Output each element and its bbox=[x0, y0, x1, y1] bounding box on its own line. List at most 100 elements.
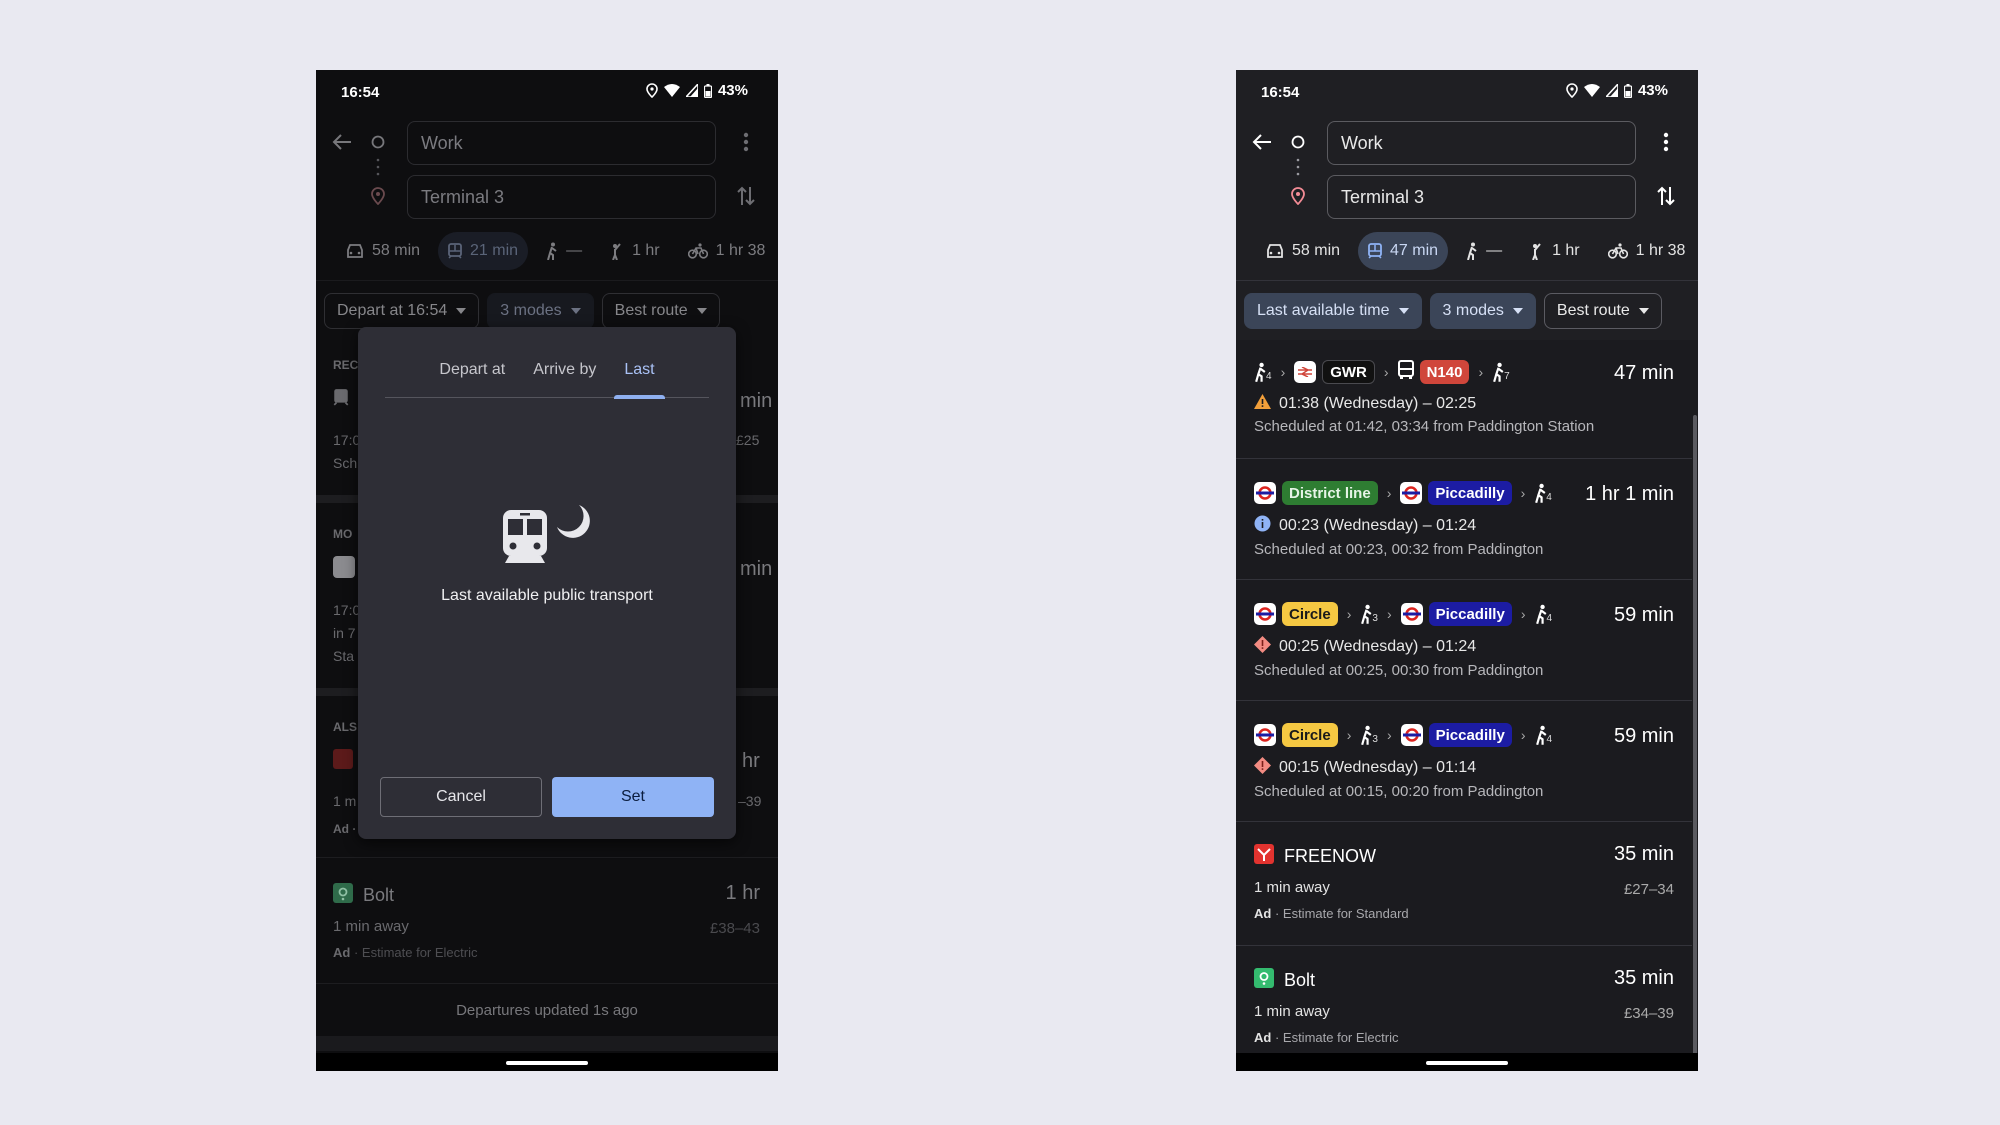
walk-minutes: 3 bbox=[1372, 734, 1378, 745]
walk-step-icon: 3 bbox=[1360, 604, 1378, 624]
tab-arrive-by[interactable]: Arrive by bbox=[519, 353, 610, 397]
walk-minutes: 4 bbox=[1546, 734, 1553, 745]
last-transit-illustration bbox=[358, 502, 736, 569]
swap-button[interactable] bbox=[730, 180, 762, 212]
origin-field[interactable]: Work bbox=[407, 121, 716, 165]
home-gesture-handle[interactable] bbox=[1426, 1061, 1508, 1065]
route-time-fragment: 17:0 bbox=[333, 432, 361, 448]
mode-ride-hail[interactable]: 1 hr bbox=[1520, 232, 1590, 270]
chip-label: 3 modes bbox=[1442, 302, 1504, 319]
route-option[interactable]: Circle › 3 › Piccadilly › 4 59 min 00:25… bbox=[1236, 598, 1692, 679]
depart-time-chip[interactable]: Depart at 16:54 bbox=[324, 293, 480, 329]
divider bbox=[1236, 700, 1692, 701]
destination-field[interactable]: Terminal 3 bbox=[1327, 175, 1636, 219]
route-schedule: Scheduled at 00:23, 00:32 from Paddingto… bbox=[1254, 541, 1544, 558]
ride-price: £34–39 bbox=[1623, 1005, 1674, 1022]
mode-transit[interactable]: 21 min bbox=[438, 232, 529, 270]
underground-roundel-icon bbox=[1400, 482, 1423, 504]
line-badge: Piccadilly bbox=[1428, 602, 1512, 626]
route-option[interactable]: Circle › 3 › Piccadilly › 4 59 min 00:15… bbox=[1236, 719, 1692, 800]
dropdown-caret-icon bbox=[456, 308, 467, 314]
set-button[interactable]: Set bbox=[552, 777, 714, 817]
chevron-right-icon: › bbox=[1520, 606, 1526, 622]
divider bbox=[1236, 579, 1692, 580]
bolt-logo-icon bbox=[1254, 967, 1274, 993]
route-time-fragment: 17:0 bbox=[333, 602, 361, 618]
ride-eta: 1 min away bbox=[333, 918, 409, 935]
home-gesture-handle[interactable] bbox=[506, 1061, 588, 1065]
chevron-right-icon: › bbox=[1520, 727, 1526, 743]
mode-cycling[interactable]: 1 hr 38 bbox=[678, 232, 776, 270]
walk-step-icon: 4 bbox=[1535, 725, 1553, 745]
ride-name: Bolt bbox=[1284, 969, 1316, 990]
modes-chip[interactable]: 3 modes bbox=[1429, 293, 1536, 329]
depart-time-chip[interactable]: Last available time bbox=[1244, 293, 1422, 329]
more-options-button[interactable] bbox=[1650, 126, 1682, 158]
mode-label: 1 hr bbox=[1552, 242, 1580, 259]
ad-text: · Estimate for Standard bbox=[1271, 906, 1409, 921]
underground-roundel-icon bbox=[1254, 482, 1276, 504]
departures-updated-text: Departures updated 1s ago bbox=[456, 1002, 638, 1019]
mode-cycling[interactable]: 1 hr 38 bbox=[1598, 232, 1696, 270]
dropdown-caret-icon bbox=[1638, 308, 1649, 314]
mode-walking[interactable]: — bbox=[1456, 232, 1512, 270]
last-transit-caption: Last available public transport bbox=[441, 587, 653, 604]
mode-label: 58 min bbox=[1292, 242, 1341, 259]
ride-ad-fragment: Ad · bbox=[333, 822, 357, 836]
ride-name: FREENOW bbox=[1284, 845, 1376, 866]
ride-option-bolt[interactable]: Bolt 35 min 1 min away £34–39 Ad · Estim… bbox=[1236, 965, 1692, 1045]
origin-field[interactable]: Work bbox=[1327, 121, 1636, 165]
wifi-icon bbox=[663, 84, 680, 97]
national-rail-icon bbox=[1294, 361, 1317, 383]
walk-icon bbox=[1467, 242, 1477, 260]
ride-option-bolt[interactable]: Bolt 1 hr 1 min away £38–43 Ad · Estimat… bbox=[333, 880, 760, 960]
route-options-chip[interactable]: Best route bbox=[1543, 293, 1662, 329]
tab-last[interactable]: Last bbox=[610, 353, 668, 399]
route-duration-fragment: min bbox=[740, 558, 773, 580]
route-options-chip[interactable]: Best route bbox=[601, 293, 720, 329]
mode-driving[interactable]: 58 min bbox=[336, 232, 430, 270]
back-arrow-icon bbox=[332, 134, 351, 150]
mode-transit[interactable]: 47 min bbox=[1358, 232, 1449, 270]
cancel-button[interactable]: Cancel bbox=[380, 777, 542, 817]
back-button[interactable] bbox=[1246, 126, 1278, 158]
mode-ride-hail[interactable]: 1 hr bbox=[600, 232, 670, 270]
more-options-button[interactable] bbox=[730, 126, 762, 158]
route-option[interactable]: 4 › GWR › N140 › 7 47 min 01:38 (Wednesd… bbox=[1236, 356, 1692, 435]
scrollbar[interactable] bbox=[1693, 415, 1697, 1055]
travel-mode-row: 58 min 21 min — 1 hr 1 hr 38 bbox=[316, 230, 778, 272]
walk-step-icon: 4 bbox=[1535, 604, 1553, 624]
destination-field[interactable]: Terminal 3 bbox=[407, 175, 716, 219]
tab-depart-at[interactable]: Depart at bbox=[425, 353, 519, 397]
mode-label: 1 hr bbox=[632, 242, 660, 259]
walk-icon bbox=[547, 242, 557, 260]
modes-chip[interactable]: 3 modes bbox=[487, 293, 594, 329]
divider bbox=[316, 983, 778, 984]
route-option[interactable]: District line › Piccadilly › 4 1 hr 1 mi… bbox=[1236, 477, 1692, 558]
disruption-icon bbox=[1254, 757, 1271, 779]
swap-button[interactable] bbox=[1650, 180, 1682, 212]
ad-text: · Estimate for Electric bbox=[1271, 1030, 1399, 1045]
underground-roundel-icon bbox=[1254, 724, 1276, 746]
route-duration: 47 min bbox=[1613, 362, 1674, 384]
route-duration: 59 min bbox=[1613, 604, 1674, 626]
chevron-right-icon: › bbox=[1346, 606, 1352, 622]
national-rail-icon bbox=[333, 556, 355, 581]
car-icon bbox=[1267, 244, 1283, 258]
ad-text: · Estimate for Electric bbox=[350, 945, 478, 960]
route-times: 00:15 (Wednesday) – 01:14 bbox=[1279, 759, 1477, 776]
divider bbox=[316, 857, 778, 858]
mode-driving[interactable]: 58 min bbox=[1256, 232, 1350, 270]
walk-minutes: 4 bbox=[1266, 371, 1272, 382]
dropdown-caret-icon bbox=[1398, 308, 1409, 314]
walk-minutes: 4 bbox=[1546, 613, 1553, 624]
transit-icon bbox=[333, 388, 349, 409]
mode-walking[interactable]: — bbox=[536, 232, 592, 270]
results-list-bg bbox=[1236, 340, 1698, 1071]
back-button[interactable] bbox=[326, 126, 358, 158]
origin-circle-icon bbox=[1282, 126, 1314, 158]
ride-option-freenow[interactable]: FREENOW 35 min 1 min away £27–34 Ad · Es… bbox=[1236, 841, 1692, 921]
line-badge: District line bbox=[1282, 481, 1378, 505]
battery-icon bbox=[703, 83, 712, 98]
mode-label: 21 min bbox=[470, 242, 519, 259]
